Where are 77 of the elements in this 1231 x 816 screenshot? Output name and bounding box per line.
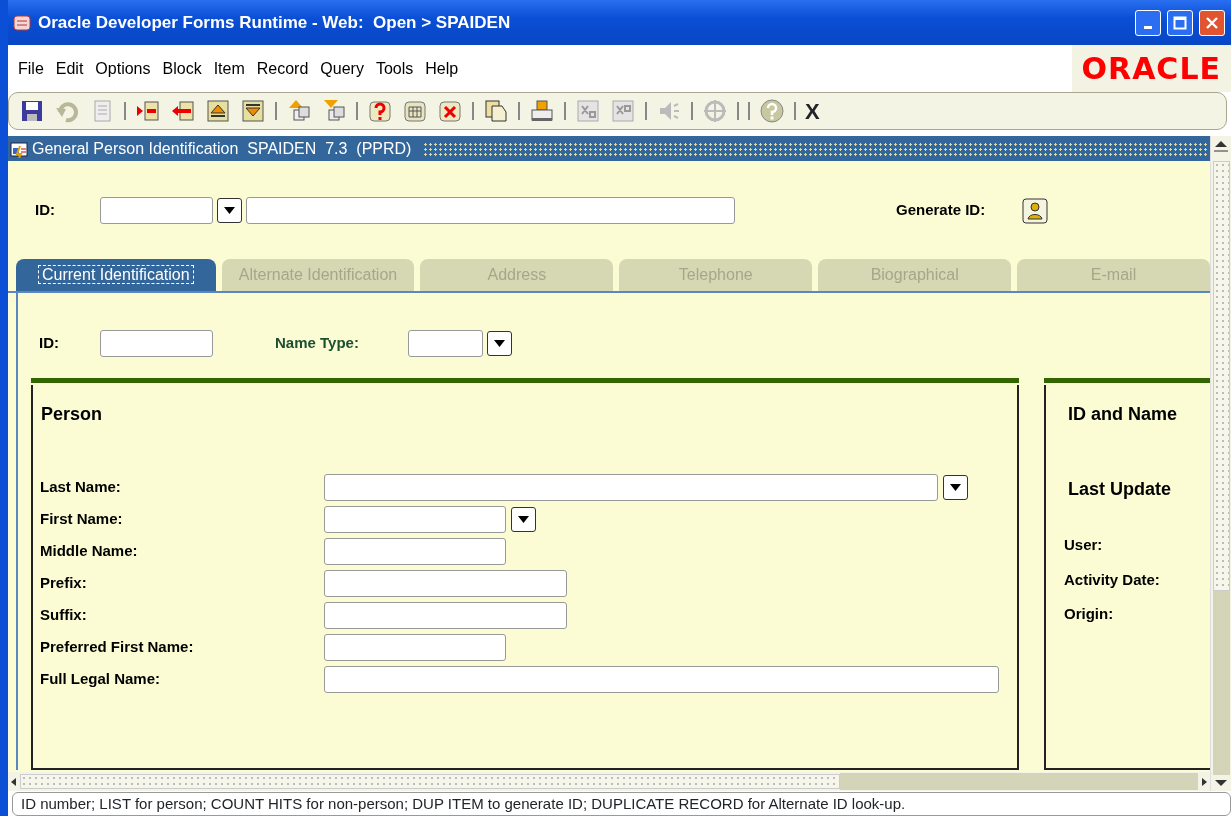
- field-label: ID:: [35, 200, 56, 221]
- logo: ORACLE: [1071, 45, 1231, 92]
- next-record-icon[interactable]: [321, 98, 347, 124]
- close-button[interactable]: [1199, 9, 1225, 36]
- name-field[interactable]: [246, 197, 735, 224]
- panel-title: Person: [41, 403, 104, 426]
- field-label: Preferred First Name:: [40, 636, 195, 657]
- formula-icon[interactable]: [575, 98, 601, 124]
- app-icon: [12, 12, 32, 33]
- caret-icon: [950, 483, 961, 491]
- id-field[interactable]: [100, 330, 213, 357]
- field-label: Generate ID:: [896, 200, 986, 221]
- menu-item[interactable]: Record: [250, 56, 315, 81]
- id-field[interactable]: [100, 197, 213, 224]
- maximize-button[interactable]: [1167, 9, 1193, 36]
- dropdown-button[interactable]: [217, 198, 242, 223]
- field-label: Suffix:: [40, 604, 88, 625]
- status-message: ID number; LIST for person; COUNT HITS for non-person; DUP ITEM to generate ID; DUPLICATE RECORD for Alternate ID look-up.: [12, 792, 1231, 816]
- field-label: Last Name:: [40, 476, 122, 497]
- text-field[interactable]: [324, 633, 506, 661]
- panel-title: Last Update: [1068, 478, 1173, 501]
- field-label: Middle Name:: [40, 540, 139, 561]
- dropdown-button[interactable]: [511, 506, 536, 532]
- dropdown-button[interactable]: [487, 331, 512, 356]
- menu-item[interactable]: File: [12, 56, 50, 81]
- menu-item[interactable]: Tools: [369, 56, 420, 81]
- text-field[interactable]: [324, 665, 999, 693]
- field-label: Name Type:: [275, 333, 360, 354]
- minimize-icon: [1144, 25, 1152, 29]
- field-label: First Name:: [40, 508, 124, 529]
- help-icon[interactable]: [759, 98, 785, 124]
- tab[interactable]: Current Identification: [16, 259, 216, 291]
- window-title: Oracle Developer Forms Runtime - Web: Open > SPAIDEN: [38, 11, 512, 34]
- maximize-icon: [1173, 15, 1187, 30]
- text-field[interactable]: [324, 601, 567, 629]
- previous-record-icon[interactable]: [286, 98, 312, 124]
- caret-icon: [224, 207, 235, 214]
- panel-title: ID and Name: [1068, 403, 1179, 426]
- previous-block-icon[interactable]: [205, 98, 231, 124]
- scrollbar-thumb[interactable]: [1212, 161, 1230, 591]
- minimize-button[interactable]: [1135, 9, 1161, 36]
- menu-item[interactable]: Item: [207, 56, 251, 81]
- name-type-field[interactable]: [408, 330, 483, 357]
- close-icon: [1205, 15, 1219, 30]
- exit-button[interactable]: X: [805, 94, 820, 128]
- text-field[interactable]: [324, 537, 506, 565]
- print-icon[interactable]: [529, 98, 555, 124]
- form-title: General Person Identification SPAIDEN 7.3 (PPRD): [32, 138, 412, 159]
- scrollbar-thumb[interactable]: [20, 774, 840, 789]
- formula-icon[interactable]: [610, 98, 636, 124]
- generate-id-icon[interactable]: [1022, 197, 1049, 224]
- next-block-icon[interactable]: [240, 98, 266, 124]
- form-icon: [10, 139, 28, 158]
- field-label: Prefix:: [40, 572, 88, 593]
- remove-record-icon[interactable]: [170, 98, 196, 124]
- cancel-query-icon[interactable]: [437, 98, 463, 124]
- execute-query-icon[interactable]: [402, 98, 428, 124]
- caret-icon: [494, 340, 505, 347]
- menu-item[interactable]: Block: [156, 56, 208, 81]
- insert-record-icon[interactable]: [135, 98, 161, 124]
- caret-icon: [518, 515, 529, 523]
- field-label: User:: [1064, 535, 1104, 555]
- field-label: ID:: [39, 333, 60, 354]
- menu-item[interactable]: Options: [89, 56, 157, 81]
- menu-item[interactable]: Edit: [49, 56, 90, 81]
- field-label: Activity Date:: [1064, 569, 1161, 590]
- enter-query-icon[interactable]: [367, 98, 393, 124]
- text-field[interactable]: [324, 505, 506, 533]
- save-icon[interactable]: [19, 98, 45, 124]
- field-label: Origin:: [1064, 604, 1115, 624]
- menu-item[interactable]: Help: [419, 56, 465, 81]
- menu-item[interactable]: Query: [314, 56, 370, 81]
- dropdown-button[interactable]: [943, 474, 968, 500]
- field-label: Full Legal Name:: [40, 668, 162, 689]
- text-field[interactable]: [324, 473, 938, 501]
- copy-icon[interactable]: [483, 98, 509, 124]
- text-field[interactable]: [324, 569, 567, 597]
